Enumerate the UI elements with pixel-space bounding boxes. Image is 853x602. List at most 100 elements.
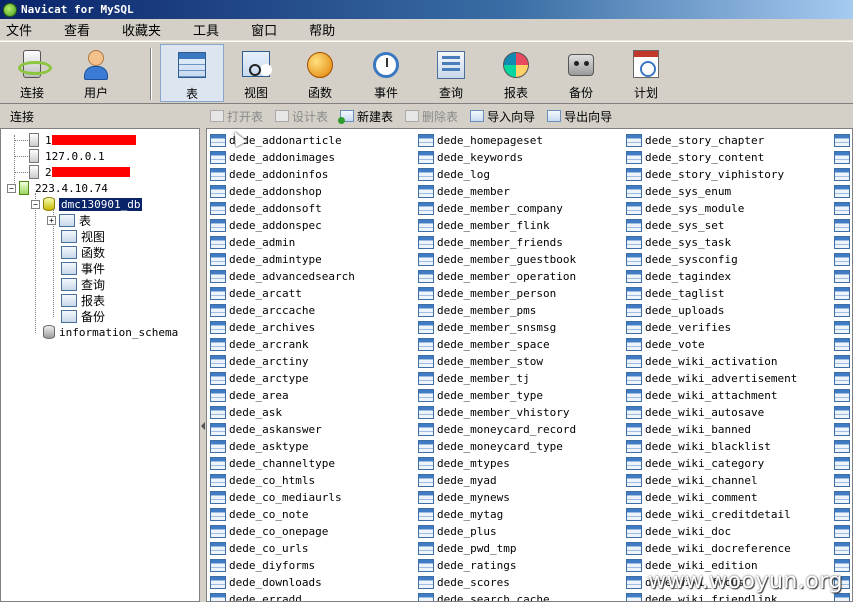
table-list-item[interactable]: dede_verifies [624,319,797,336]
tree-node-backups[interactable]: 备份 [61,308,105,324]
table-list-item[interactable]: dede_arctype [208,370,355,387]
event-button[interactable]: 事件 [354,44,418,102]
table-list-item[interactable]: dede_asktype [208,438,355,455]
view-button[interactable]: 视图 [224,44,288,102]
connection-button[interactable]: 连接 [0,44,64,102]
table-list-item[interactable]: dede_mynews [416,489,576,506]
table-list-item[interactable]: d [832,149,852,166]
table-list-item[interactable]: dede_scores [416,574,576,591]
table-list-item[interactable]: s [832,370,852,387]
table-list-item[interactable]: dede_mytag [416,506,576,523]
table-list-item[interactable]: dede_ask [208,404,355,421]
table-list-item[interactable]: dede_admin [208,234,355,251]
tree-connection-1[interactable]: 1 [29,132,136,148]
import-wizard-button[interactable]: 导入向导 [466,108,535,125]
table-list-item[interactable]: s [832,489,852,506]
table-list-item[interactable]: dede_wiki_doc [624,523,797,540]
table-list-item[interactable]: dede_member_type [416,387,576,404]
table-list-item[interactable]: s [832,387,852,404]
table-list-item[interactable]: dede_member_person [416,285,576,302]
table-list-item[interactable]: dede_askanswer [208,421,355,438]
open-table-button[interactable]: 打开表 [206,108,263,125]
table-list-item[interactable]: dede_pwd_tmp [416,540,576,557]
table-list-item[interactable]: dede_member_vhistory [416,404,576,421]
table-list-item[interactable]: dede_moneycard_type [416,438,576,455]
table-list-item[interactable]: dede_wiki_creditdetail [624,506,797,523]
table-list-item[interactable]: dede_sys_enum [624,183,797,200]
table-list-item[interactable]: dede_wiki_activation [624,353,797,370]
table-list-item[interactable]: dede_advancedsearch [208,268,355,285]
table-list-item[interactable]: s [832,523,852,540]
table-list-item[interactable]: d [832,132,852,149]
table-list-item[interactable]: dede_plus [416,523,576,540]
table-list-item[interactable]: s [832,472,852,489]
table-list-item[interactable]: dede_vote [624,336,797,353]
table-list-item[interactable]: dede_wiki_advertisement [624,370,797,387]
table-list-item[interactable]: dede_mtypes [416,455,576,472]
table-list-item[interactable]: dede_wiki_banned [624,421,797,438]
new-table-button[interactable]: 新建表 [336,108,393,125]
table-list-item[interactable]: s [832,506,852,523]
tree-db-selected[interactable]: − dmc130901_db [31,196,143,212]
table-list-item[interactable]: s [832,319,852,336]
query-button[interactable]: 查询 [419,44,483,102]
expand-toggle-icon[interactable]: + [47,215,56,225]
table-list-item[interactable]: dede_wiki_blacklist [624,438,797,455]
table-list-item[interactable]: dede_member_flink [416,217,576,234]
table-list-item[interactable]: dede_arctiny [208,353,355,370]
tree-connection-remote[interactable]: − 223.4.10.74 [7,180,108,196]
table-list-item[interactable]: dede_wiki_autosave [624,404,797,421]
table-list-item[interactable]: s [832,234,852,251]
design-table-button[interactable]: 设计表 [271,108,328,125]
tree-node-queries[interactable]: 查询 [61,276,105,292]
export-wizard-button[interactable]: 导出向导 [543,108,612,125]
table-list-item[interactable]: dede_admintype [208,251,355,268]
menu-help[interactable]: 帮助 [303,20,347,39]
table-list-item[interactable]: dede_member_operation [416,268,576,285]
table-list-item[interactable]: dede_co_onepage [208,523,355,540]
table-list-item[interactable]: dede_myad [416,472,576,489]
table-list-item[interactable]: dede_member_stow [416,353,576,370]
menu-view[interactable]: 查看 [58,20,102,39]
table-list-item[interactable]: d [832,183,852,200]
schedule-button[interactable]: 计划 [614,44,678,102]
table-list-item[interactable]: dede_log [416,166,576,183]
table-list-item[interactable]: dede_diyforms [208,557,355,574]
table-list-item[interactable]: dede_member_tj [416,370,576,387]
tree-node-tables[interactable]: + 表 [47,212,91,228]
table-list-item[interactable]: dede_homepageset [416,132,576,149]
table-list-item[interactable]: dede_addonspec [208,217,355,234]
table-list-item[interactable]: dede_member_snsmsg [416,319,576,336]
tree-node-reports[interactable]: 报表 [61,292,105,308]
table-list-item[interactable]: dede_wiki_docreference [624,540,797,557]
table-list-item[interactable]: dede_taglist [624,285,797,302]
table-list-item[interactable]: dede_member_guestbook [416,251,576,268]
table-list-item[interactable]: dede_uploads [624,302,797,319]
table-list-item[interactable]: dede_archives [208,319,355,336]
table-list-item[interactable]: s [832,404,852,421]
table-list-item[interactable]: dede_member_friends [416,234,576,251]
table-list-item[interactable]: dede_downloads [208,574,355,591]
table-list-item[interactable]: dede_keywords [416,149,576,166]
table-list-item[interactable]: dede_member_company [416,200,576,217]
table-list-item[interactable]: dede_area [208,387,355,404]
table-list-item[interactable]: s [832,251,852,268]
collapse-toggle-icon[interactable]: − [31,199,40,209]
table-list-item[interactable]: dede_erradd [208,591,355,601]
table-list-item[interactable]: dede_addonshop [208,183,355,200]
table-list-item[interactable]: dede_moneycard_record [416,421,576,438]
table-list-item[interactable]: dede_story_viphistory [624,166,797,183]
table-list-item[interactable]: dede_addoninfos [208,166,355,183]
table-button[interactable]: 表 [160,44,224,102]
table-list-item[interactable]: s [832,455,852,472]
tree-node-functions[interactable]: 函数 [61,244,105,260]
table-list-item[interactable]: s [832,336,852,353]
table-list-item[interactable]: s [832,268,852,285]
table-list-item[interactable]: s [832,302,852,319]
table-list-item[interactable]: dede_addonimages [208,149,355,166]
tree-node-views[interactable]: 视图 [61,228,105,244]
table-list-item[interactable]: dede_wiki_comment [624,489,797,506]
tree-connection-2[interactable]: 2 [29,164,130,180]
table-list-item[interactable]: dede_channeltype [208,455,355,472]
table-list-item[interactable]: s [832,200,852,217]
